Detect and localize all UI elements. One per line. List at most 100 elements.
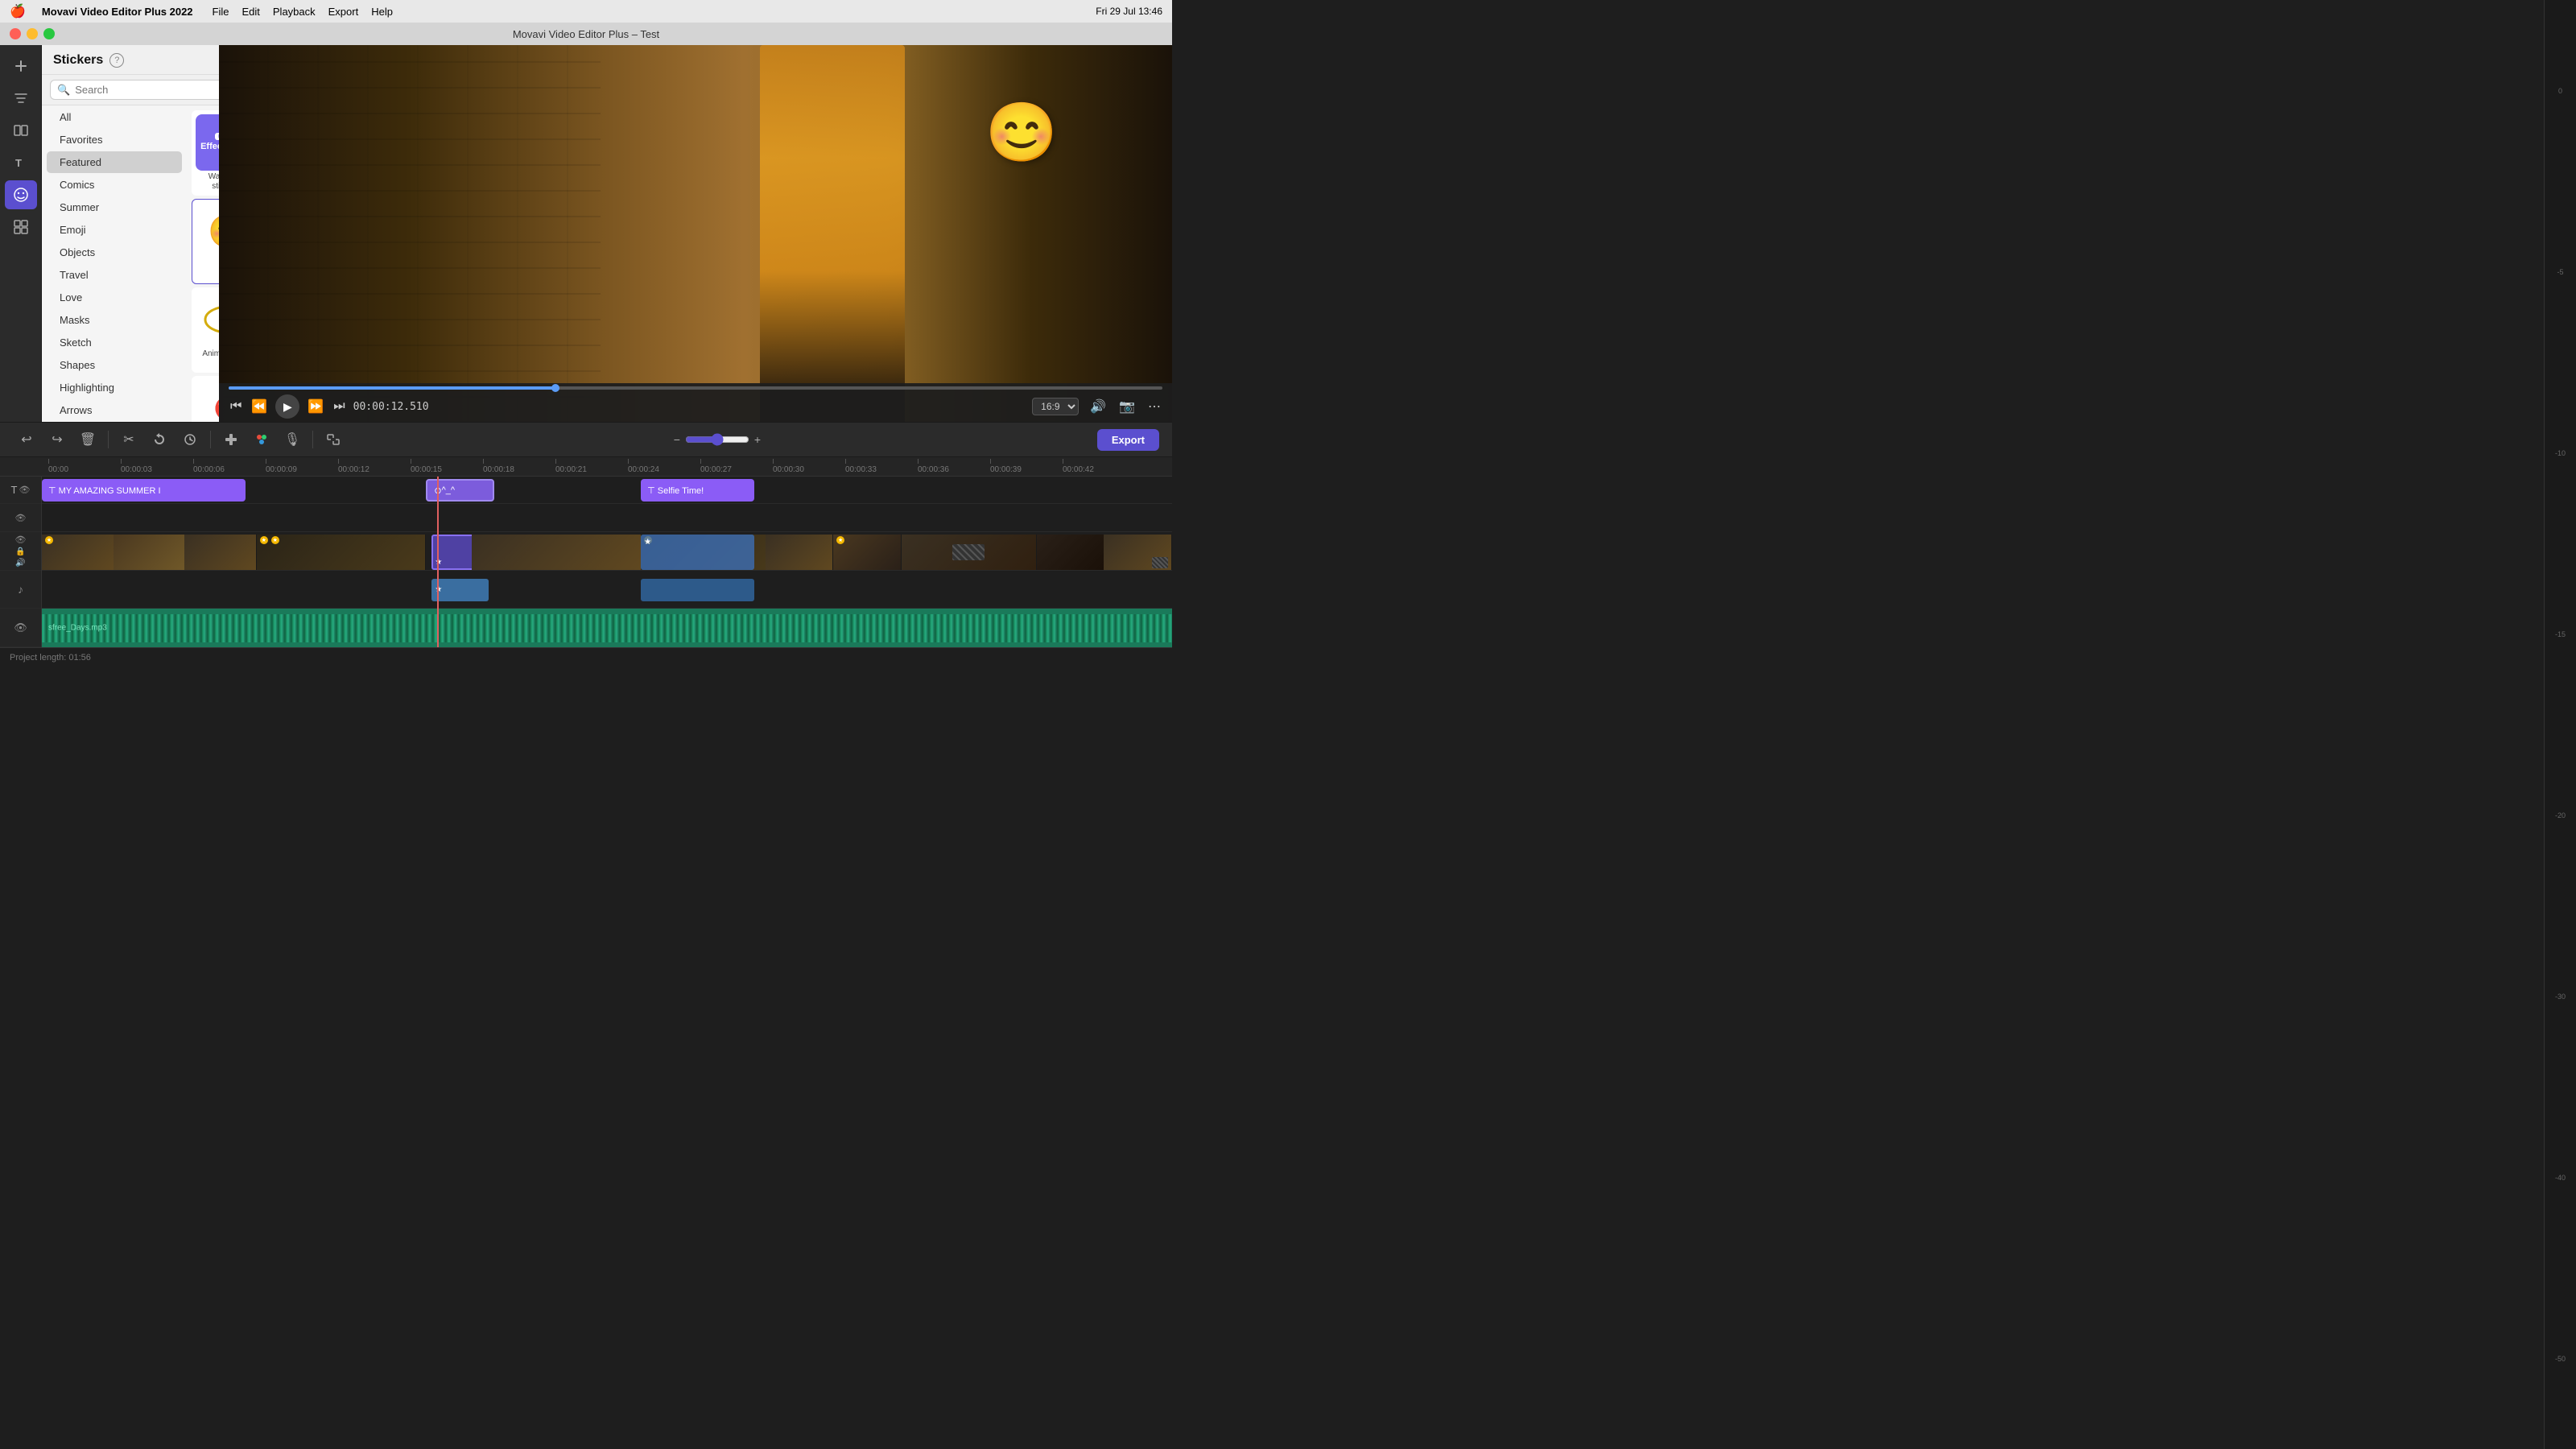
volume-button[interactable]: 🔊 <box>1088 397 1108 416</box>
nav-item-favorites[interactable]: Favorites <box>47 129 182 151</box>
sticker-partial-1[interactable]: 🔴 <box>192 376 219 422</box>
video-segment-1[interactable]: ★ <box>42 535 257 570</box>
insert-button[interactable] <box>217 427 245 452</box>
sidebar-stickers[interactable] <box>5 180 37 209</box>
audio-button[interactable]: 🎙 <box>279 427 306 452</box>
sidebar-effects[interactable] <box>5 213 37 242</box>
ruler-mark-5: 00:00:15 <box>411 459 483 474</box>
menu-help[interactable]: Help <box>371 6 393 18</box>
audio-track-eye-icon[interactable]: 👁 <box>14 621 27 634</box>
sidebar-filters[interactable] <box>5 84 37 113</box>
zoom-slider[interactable] <box>685 433 749 446</box>
undo-button[interactable]: ↩ <box>13 427 40 452</box>
playhead[interactable] <box>437 477 439 647</box>
sticker-track-eye-icon[interactable]: 👁 <box>15 513 27 523</box>
controls-right: 16:9 9:16 1:1 4:3 🔊 📷 ⋯ <box>1032 397 1162 416</box>
sidebar-titles[interactable]: T <box>5 148 37 177</box>
snapshot-button[interactable]: 📷 <box>1117 397 1137 416</box>
nav-item-travel[interactable]: Travel <box>47 264 182 286</box>
sticker-blue-clip[interactable]: ★ <box>641 535 753 570</box>
video-track-eye-icon[interactable]: 👁 <box>15 535 27 545</box>
menu-edit[interactable]: Edit <box>242 6 259 18</box>
ruler-mark-14: 00:00:42 <box>1063 459 1135 474</box>
skip-end-button[interactable]: ⏭ <box>332 398 346 415</box>
sidebar-transitions[interactable] <box>5 116 37 145</box>
nav-item-shapes[interactable]: Shapes <box>47 354 182 376</box>
timeline-tracks: T 👁 👁 👁 🔒 🔊 ♪ 👁 <box>0 477 1172 647</box>
sticker-face-selected[interactable]: 😊 ^_^ <box>192 199 219 284</box>
bottom-bar: Project length: 01:56 <box>0 647 1172 667</box>
search-input[interactable] <box>75 84 217 96</box>
nav-item-featured[interactable]: Featured <box>47 151 182 173</box>
audio-clip-1[interactable]: ★ <box>431 579 488 601</box>
stickers-layout: All Favorites Featured Comics Summer Emo… <box>42 105 219 422</box>
sidebar-add-media[interactable] <box>5 52 37 80</box>
aspect-ratio-select[interactable]: 16:9 9:16 1:1 4:3 <box>1032 398 1079 415</box>
export-button[interactable]: Export <box>1097 429 1159 451</box>
video-mute-icon[interactable]: 🔊 <box>15 559 25 568</box>
redo-button[interactable]: ↪ <box>43 427 71 452</box>
audio-wave[interactable]: sfree_Days.mp3 <box>42 609 1172 647</box>
nav-item-emoji[interactable]: Emoji <box>47 219 182 241</box>
close-button[interactable] <box>10 28 21 39</box>
audio-file-label: sfree_Days.mp3 <box>48 624 107 633</box>
separator-3 <box>312 431 313 448</box>
video-track-controls: 👁 🔒 🔊 <box>0 532 41 571</box>
video-segment-2[interactable]: ★ ★ <box>257 535 427 570</box>
sticker-oval-label: Animated oval <box>202 349 219 359</box>
speed-button[interactable] <box>176 427 204 452</box>
color-button[interactable] <box>248 427 275 452</box>
play-button[interactable]: ▶ <box>275 394 299 419</box>
nav-item-all[interactable]: All <box>47 106 182 128</box>
nav-item-arrows[interactable]: Arrows <box>47 399 182 421</box>
nav-item-masks[interactable]: Masks <box>47 309 182 331</box>
zoom-out-icon[interactable]: − <box>674 433 680 446</box>
clip-text-selfie[interactable]: ⊤ Selfie Time! <box>641 479 753 502</box>
clip-text-amazing[interactable]: ⊤ MY AMAZING SUMMER I <box>42 479 246 502</box>
nav-item-summer[interactable]: Summer <box>47 196 182 218</box>
video-segment-5[interactable]: ★ <box>766 535 1172 570</box>
skip-start-button[interactable]: ⏮ <box>229 398 243 415</box>
eye-icon[interactable]: 👁 <box>19 485 30 495</box>
fullscreen-button[interactable] <box>43 28 55 39</box>
detach-button[interactable] <box>320 427 347 452</box>
search-input-wrap[interactable]: 🔍 ✕ <box>50 80 238 100</box>
nav-item-sketch[interactable]: Sketch <box>47 332 182 353</box>
clip-label: ⊤ MY AMAZING SUMMER I <box>48 485 161 496</box>
audio-waveform-visual <box>42 614 1172 642</box>
menu-file[interactable]: File <box>213 6 229 18</box>
clip-sticker-face[interactable]: ⊙ ^_^ <box>426 479 493 502</box>
top-section: T Stickers ? 🔍 ✕ 🛒 <box>0 45 1172 422</box>
nav-item-objects[interactable]: Objects <box>47 242 182 263</box>
progress-thumb[interactable] <box>551 384 559 392</box>
track-controls-column: T 👁 👁 👁 🔒 🔊 ♪ 👁 <box>0 477 42 647</box>
nav-item-comics[interactable]: Comics <box>47 174 182 196</box>
step-back-button[interactable]: ⏪ <box>250 397 269 416</box>
video-segment-3[interactable] <box>472 535 642 570</box>
video-lock-icon[interactable]: 🔒 <box>15 547 25 556</box>
clip-label-selfie: ⊤ Selfie Time! <box>647 485 704 496</box>
nav-item-highlighting[interactable]: Highlighting <box>47 377 182 398</box>
menu-playback[interactable]: Playback <box>273 6 316 18</box>
effect-track-row <box>42 504 1172 531</box>
minimize-button[interactable] <box>27 28 38 39</box>
stickers-help-button[interactable]: ? <box>109 53 124 68</box>
video-background: 😊 <box>219 45 1172 422</box>
text-track-icon: T <box>11 484 18 496</box>
video-preview: 😊 ⏮ ⏪ ▶ ⏩ ⏭ 00:00:12.510 <box>219 45 1172 422</box>
timeline-area: 00:00 00:00:03 00:00:06 00:00:09 00:00:1… <box>0 457 1172 667</box>
zoom-in-icon[interactable]: + <box>754 433 761 446</box>
menu-export[interactable]: Export <box>328 6 359 18</box>
nav-item-love[interactable]: Love <box>47 287 182 308</box>
menubar-right: Fri 29 Jul 13:46 <box>1096 6 1162 17</box>
rotate-button[interactable] <box>146 427 173 452</box>
sticker-oval[interactable]: Animated oval <box>192 287 219 373</box>
delete-button[interactable]: 🗑 <box>74 427 101 452</box>
sticker-store[interactable]: movavi Effects Store Want more stickers? <box>192 110 219 196</box>
cut-button[interactable]: ✂ <box>115 427 142 452</box>
step-forward-button[interactable]: ⏩ <box>306 397 325 416</box>
audio-clip-2[interactable] <box>641 579 753 601</box>
stickers-search-bar: 🔍 ✕ 🛒 <box>42 75 219 105</box>
more-options-button[interactable]: ⋯ <box>1146 397 1162 416</box>
progress-track[interactable] <box>229 386 1162 390</box>
